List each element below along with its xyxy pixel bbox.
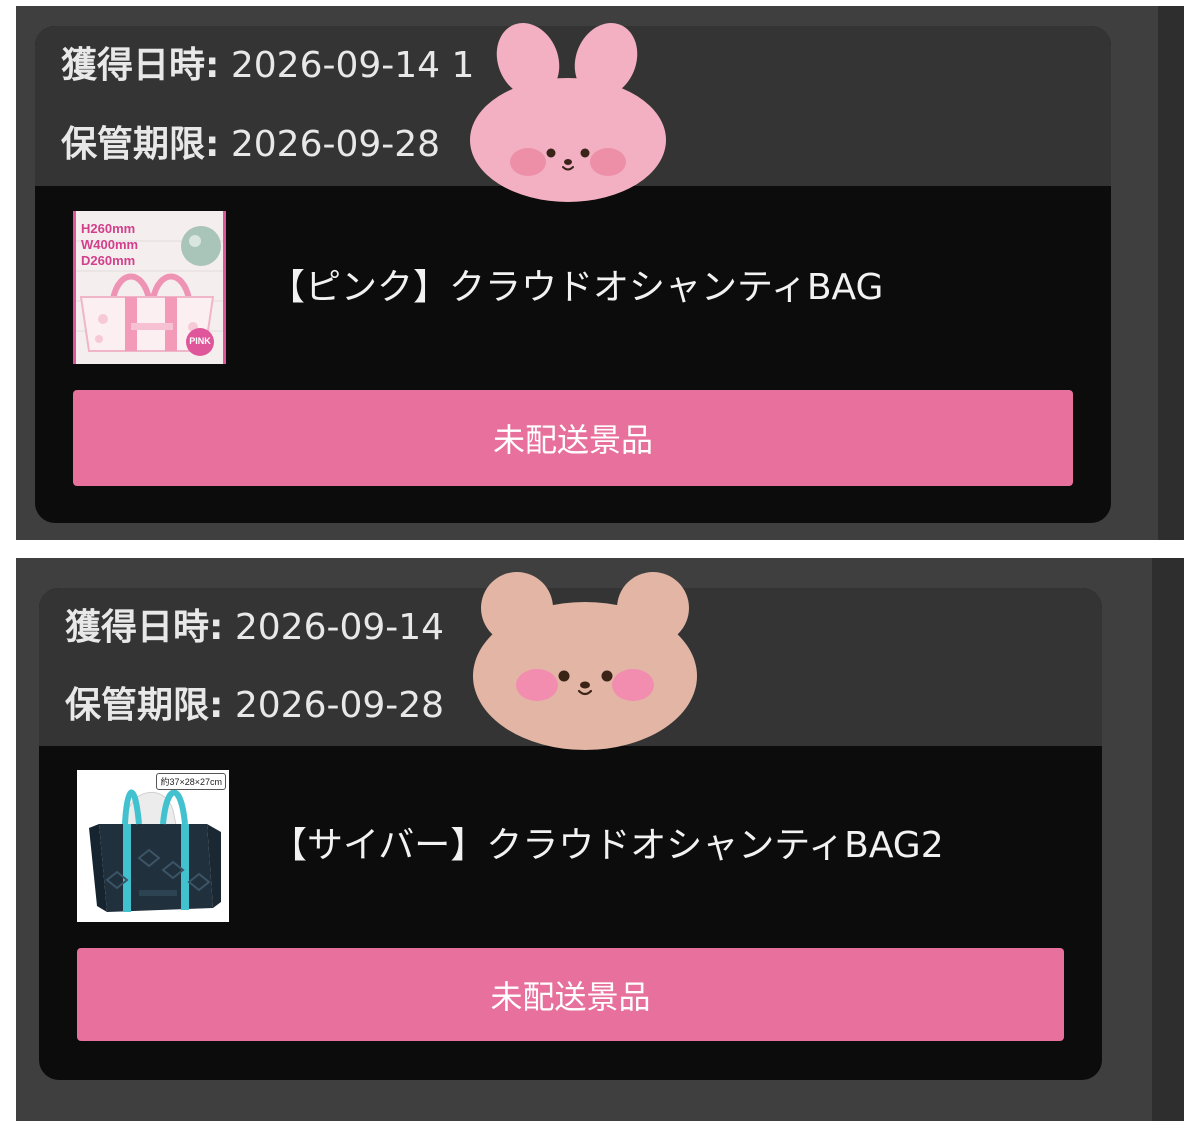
acquired-label: 獲得日時: <box>65 607 224 648</box>
thumb-dimension-h: H260mm <box>81 221 136 236</box>
undelivered-prize-button[interactable]: 未配送景品 <box>77 948 1064 1041</box>
product-name[interactable]: 【サイバー】クラウドオシャンティBAG2 <box>271 826 944 866</box>
bunny-face-sticker <box>470 23 666 202</box>
expiry-value: 2026-09-28 <box>230 124 441 165</box>
expiry-date: 保管期限: 2026-09-28 <box>65 686 444 726</box>
acquired-value: 2026-09-14 1 <box>230 45 475 86</box>
scrollbar[interactable] <box>1158 6 1184 540</box>
expiry-date: 保管期限: 2026-09-28 <box>61 125 440 165</box>
thumb-dimension-w: W400mm <box>81 237 139 252</box>
thumb-size-label: 約37×28×27cm <box>156 773 226 790</box>
acquired-datetime: 獲得日時: 2026-09-14 <box>65 608 444 648</box>
thumb-dimension-d: D260mm <box>81 253 136 268</box>
acquired-value: 2026-09-14 <box>234 607 445 648</box>
expiry-label: 保管期限: <box>65 685 224 726</box>
scrollbar[interactable] <box>1152 558 1184 1121</box>
cyber-tote-bag-image <box>77 770 229 922</box>
acquired-label: 獲得日時: <box>61 45 220 86</box>
expiry-value: 2026-09-28 <box>234 685 445 726</box>
bear-face-sticker <box>473 572 697 750</box>
undelivered-prize-button[interactable]: 未配送景品 <box>73 390 1073 486</box>
product-thumbnail[interactable]: 約37×28×27cm <box>77 770 229 922</box>
thumb-color-badge: PINK <box>189 336 211 346</box>
expiry-label: 保管期限: <box>61 124 220 165</box>
product-thumbnail[interactable]: H260mm W400mm D260mm PINK <box>73 211 226 364</box>
acquired-datetime: 獲得日時: 2026-09-14 1 <box>61 46 474 86</box>
product-name[interactable]: 【ピンク】クラウドオシャンティBAG <box>269 268 883 308</box>
